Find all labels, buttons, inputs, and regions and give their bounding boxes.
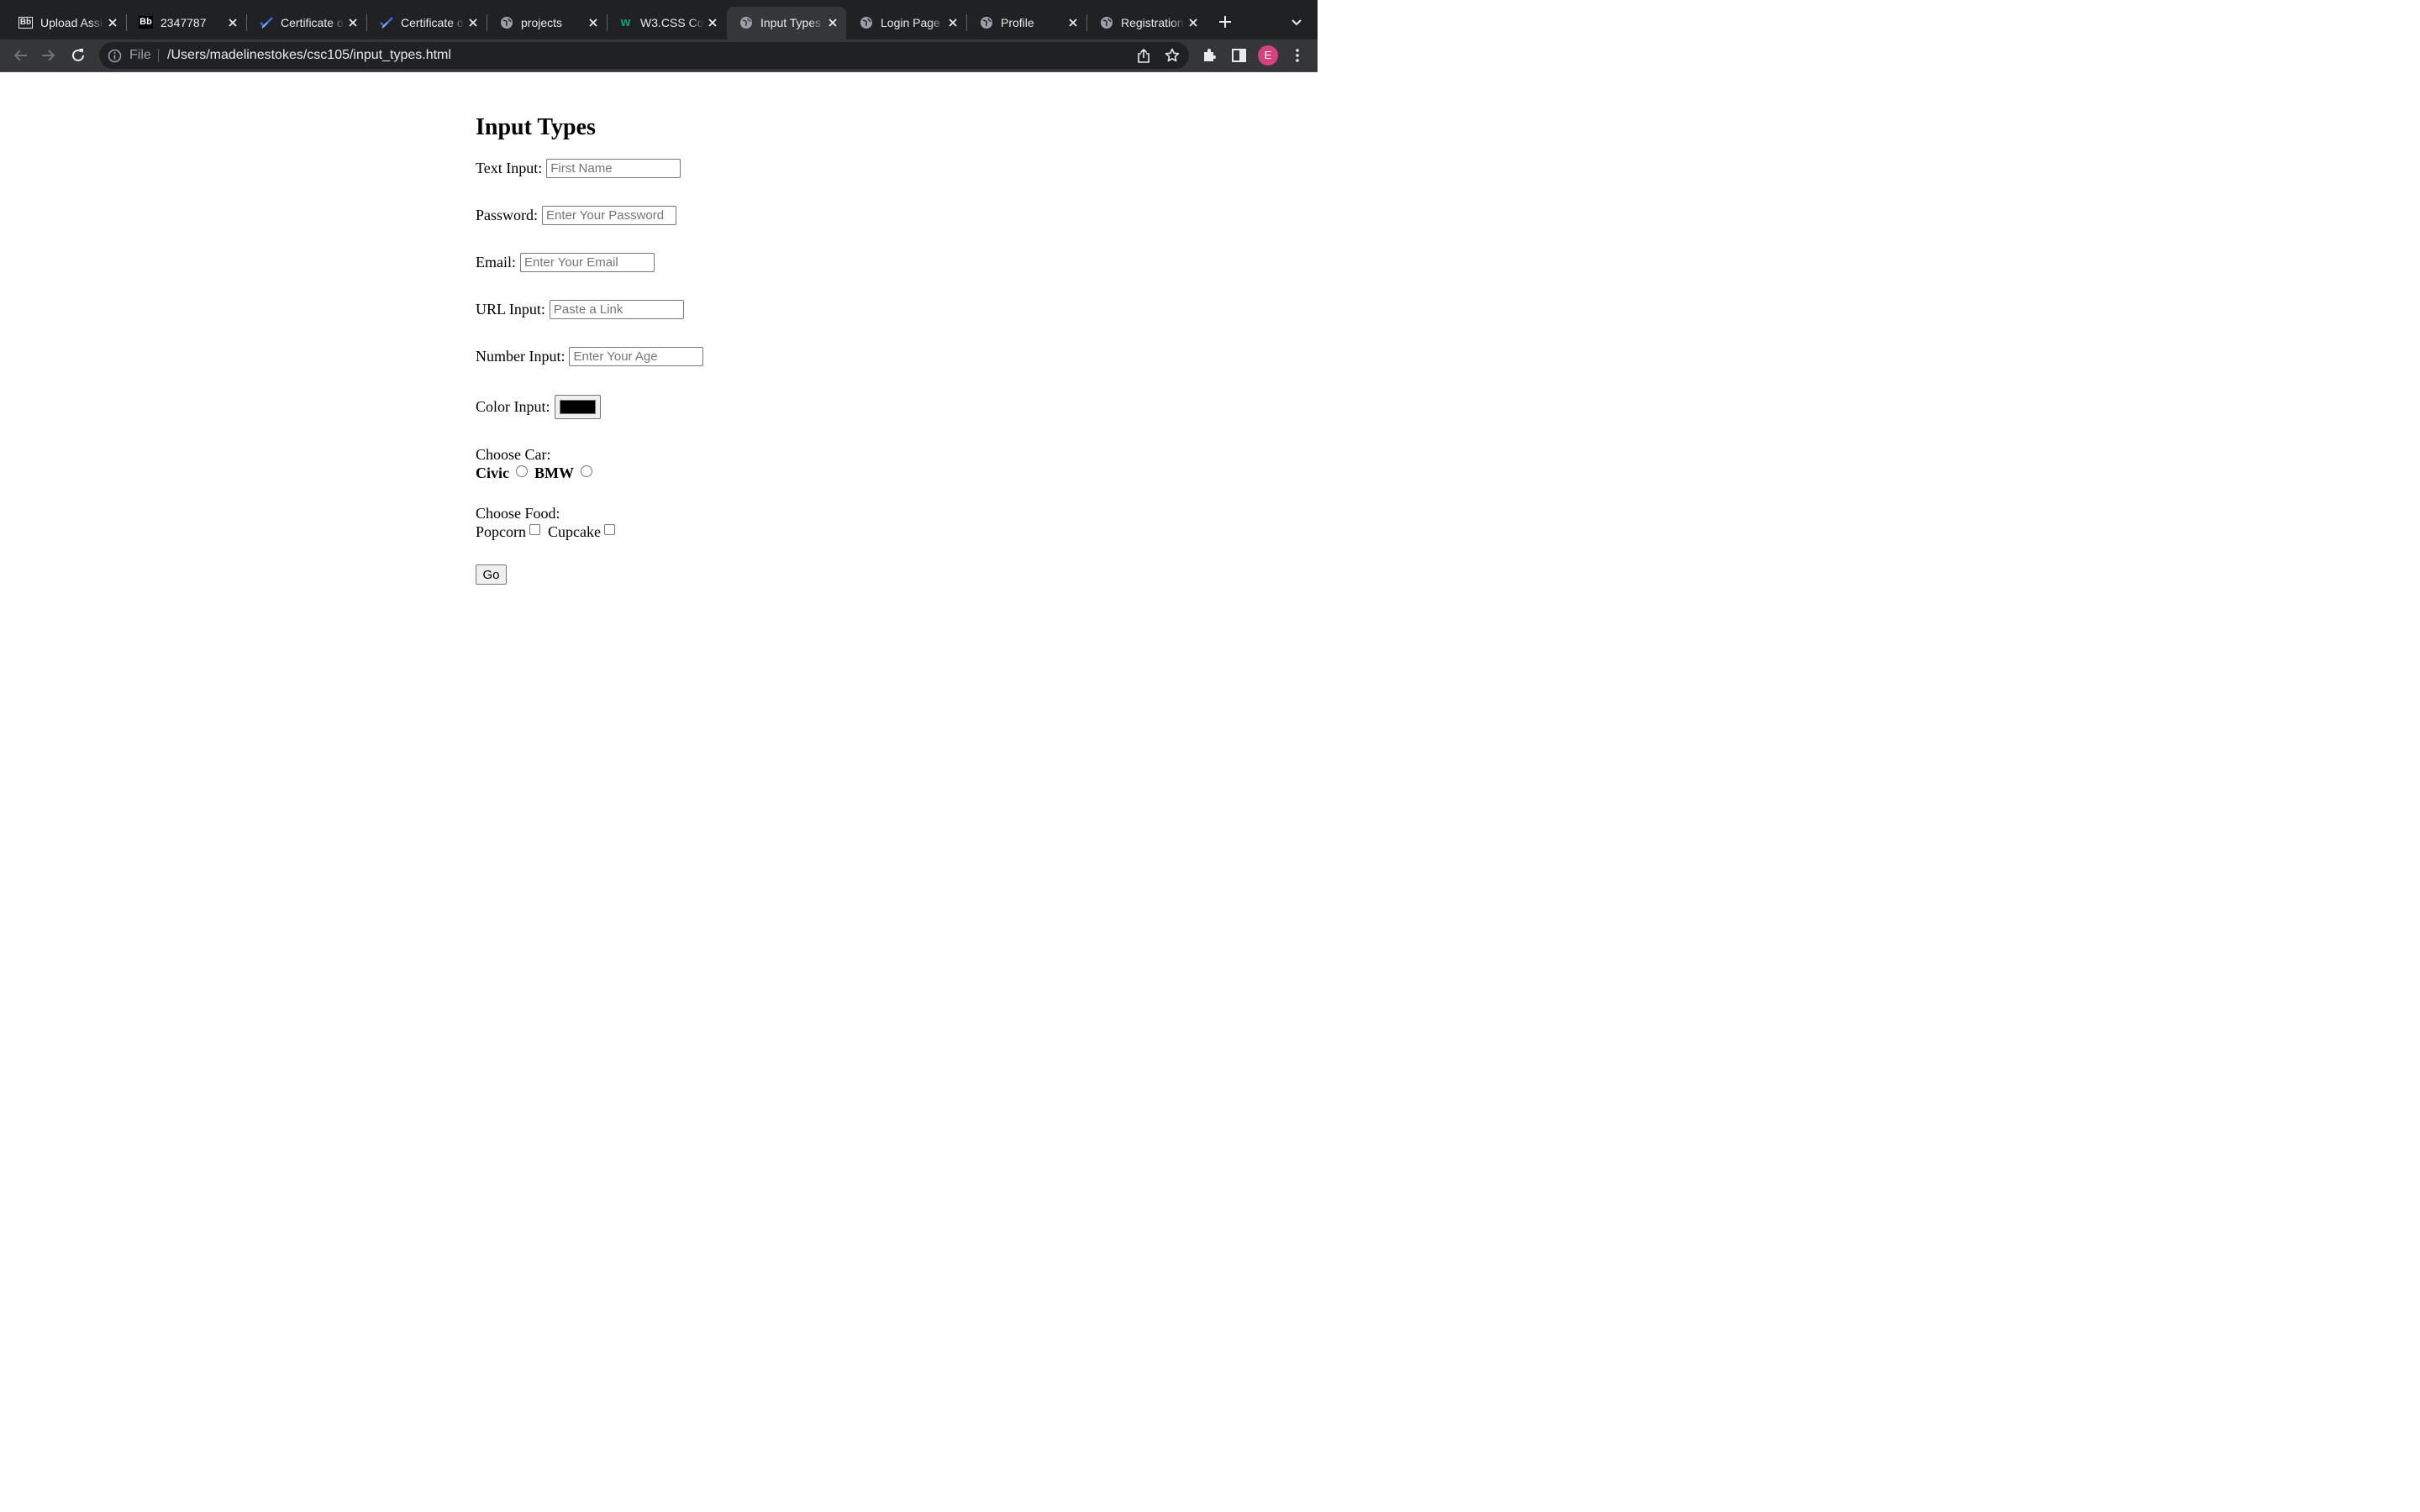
tab-title: Registration [1121,16,1184,29]
food-options-row: Popcorn Cupcake [476,523,623,541]
globe-icon [499,15,513,29]
address-bar[interactable]: File /Users/madelinestokes/csc105/input_… [99,42,1189,69]
close-tab-icon[interactable] [587,16,600,29]
tab-title: Certificate o [401,16,464,29]
tab-strip: Bb Upload Assi Bb 2347787 Certificate o … [0,0,1318,39]
close-tab-icon[interactable] [106,16,119,29]
globe-icon [739,15,753,29]
tab-title: Input Types [760,16,822,29]
color-picker-input[interactable] [554,395,601,419]
url-input-label: URL Input: [476,301,545,318]
color-input-label: Color Input: [476,398,550,415]
password-row: Password: [476,206,677,225]
cert-icon [379,15,393,29]
car-options-row: Civic BMW [476,465,599,482]
page-title: Input Types [476,114,596,140]
civic-label: Civic [476,465,509,481]
tab-title: Profile [1001,16,1034,29]
bmw-radio[interactable] [581,465,592,477]
tab-profile[interactable]: Profile [967,7,1087,39]
new-tab-icon[interactable] [1215,12,1235,32]
share-icon[interactable] [1135,47,1152,64]
popcorn-label: Popcorn [476,523,526,540]
forward-arrow-icon[interactable] [38,45,60,66]
extensions-puzzle-icon[interactable] [1198,45,1220,66]
globe-icon [1099,15,1113,29]
close-tab-icon[interactable] [706,16,719,29]
civic-radio[interactable] [516,465,528,477]
address-divider [158,49,159,62]
bmw-label: BMW [534,465,574,481]
tab-search-chevron-icon[interactable] [1287,13,1306,32]
color-row: Color Input: [476,395,601,419]
kebab-menu-icon[interactable] [1286,45,1308,66]
url-input[interactable] [549,300,684,319]
close-tab-icon[interactable] [226,16,239,29]
go-button[interactable]: Go [476,564,507,585]
choose-food-label-row: Choose Food: [476,505,560,522]
cupcake-checkbox[interactable] [603,524,615,535]
tab-input-types[interactable]: Input Types [727,7,846,39]
close-tab-icon[interactable] [466,16,480,29]
tab-blackboard[interactable]: Bb 2347787 [127,7,247,39]
email-row: Email: [476,253,655,272]
number-input-label: Number Input: [476,348,566,365]
url-text[interactable]: /Users/madelinestokes/csc105/input_types… [167,48,451,63]
tab-registration[interactable]: Registration [1087,7,1207,39]
bb-outline-icon: Bb [18,16,34,29]
password-input[interactable] [542,206,677,225]
close-tab-icon[interactable] [1186,16,1200,29]
bookmark-star-icon[interactable] [1164,47,1181,64]
number-row: Number Input: [476,347,704,366]
tab-title: Login Page [881,16,940,29]
tab-certificate-1[interactable]: Certificate o [247,7,367,39]
text-input-label: Text Input: [476,160,543,176]
close-tab-icon[interactable] [946,16,960,29]
tab-title: Upload Assi [40,16,103,29]
info-icon[interactable] [108,49,122,63]
profile-avatar[interactable]: E [1258,45,1278,66]
tab-title: projects [521,16,563,29]
tab-w3css[interactable]: w W3.CSS Co [607,7,726,39]
email-input[interactable] [520,253,655,272]
bb-icon: Bb [139,16,153,29]
tab-title: W3.CSS Co [640,16,704,29]
globe-icon [979,15,993,29]
email-label: Email: [476,254,516,270]
browser-toolbar: File /Users/madelinestokes/csc105/input_… [0,39,1318,72]
back-arrow-icon[interactable] [9,45,31,66]
password-label: Password: [476,207,539,223]
age-number-input[interactable] [569,347,704,366]
choose-food-label: Choose Food: [476,505,560,522]
text-input-row: Text Input: [476,159,681,178]
tab-title: Certificate o [281,16,344,29]
first-name-input[interactable] [546,159,681,178]
choose-car-label: Choose Car: [476,446,551,463]
scheme-label: File [129,48,151,62]
close-tab-icon[interactable] [346,16,360,29]
tab-projects[interactable]: projects [487,7,608,39]
globe-icon [859,15,873,29]
tab-upload-assignment[interactable]: Bb Upload Assi [7,7,127,39]
side-panel-icon[interactable] [1228,45,1249,66]
url-row: URL Input: [476,300,684,319]
tab-login-page[interactable]: Login Page [847,7,967,39]
choose-car-label-row: Choose Car: [476,446,551,464]
color-swatch [559,400,596,414]
close-tab-icon[interactable] [1066,16,1080,29]
cert-icon [259,15,273,29]
tab-certificate-2[interactable]: Certificate o [367,7,487,39]
popcorn-checkbox[interactable] [529,524,540,535]
cupcake-label: Cupcake [548,523,601,540]
reload-icon[interactable] [67,45,89,66]
tab-title: 2347787 [160,16,207,29]
close-tab-icon[interactable] [826,16,839,29]
w3-icon: w [620,15,631,29]
